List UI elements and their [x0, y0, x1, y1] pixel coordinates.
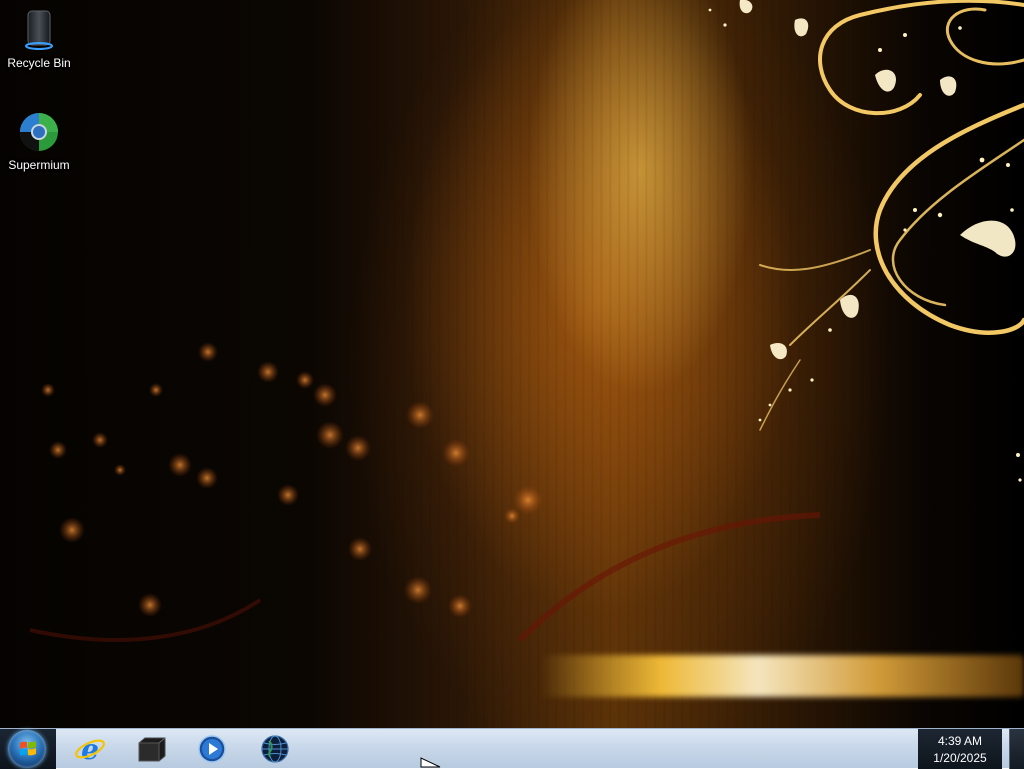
start-button[interactable] [8, 730, 46, 768]
globe-network-icon [261, 735, 289, 763]
start-area [0, 729, 56, 769]
mouse-cursor-icon [420, 757, 441, 768]
taskbar: e 4:39 AM 1/20/2025 [0, 728, 1024, 769]
file-explorer-icon [138, 737, 166, 762]
clock-time: 4:39 AM [937, 734, 983, 748]
taskbar-pinned-file-explorer[interactable] [129, 732, 173, 766]
desktop-background: Recycle Bin Supermium [0, 0, 1024, 768]
windows-start-orb-icon [20, 741, 36, 756]
recycle-bin-label: Recycle Bin [7, 56, 71, 70]
desktop-icon-recycle-bin[interactable]: Recycle Bin [1, 8, 77, 70]
wallpaper-ornaments [29, 0, 1024, 643]
taskbar-pinned-internet-explorer[interactable]: e [68, 732, 112, 766]
system-clock[interactable]: 4:39 AM 1/20/2025 [918, 729, 1002, 769]
supermium-browser-icon [20, 113, 58, 151]
clock-date: 1/20/2025 [933, 751, 987, 765]
supermium-label: Supermium [8, 158, 70, 172]
show-desktop-button[interactable] [1009, 729, 1024, 769]
internet-explorer-icon: e [75, 733, 105, 765]
media-player-icon [198, 735, 226, 763]
desktop-icon-supermium[interactable]: Supermium [1, 110, 77, 172]
recycle-bin-icon [25, 10, 53, 50]
taskbar-pinned-media-player[interactable] [190, 732, 234, 766]
taskbar-pinned-globe[interactable] [253, 732, 297, 766]
svg-text:e: e [81, 733, 99, 765]
wallpaper-light-band [540, 655, 1024, 697]
